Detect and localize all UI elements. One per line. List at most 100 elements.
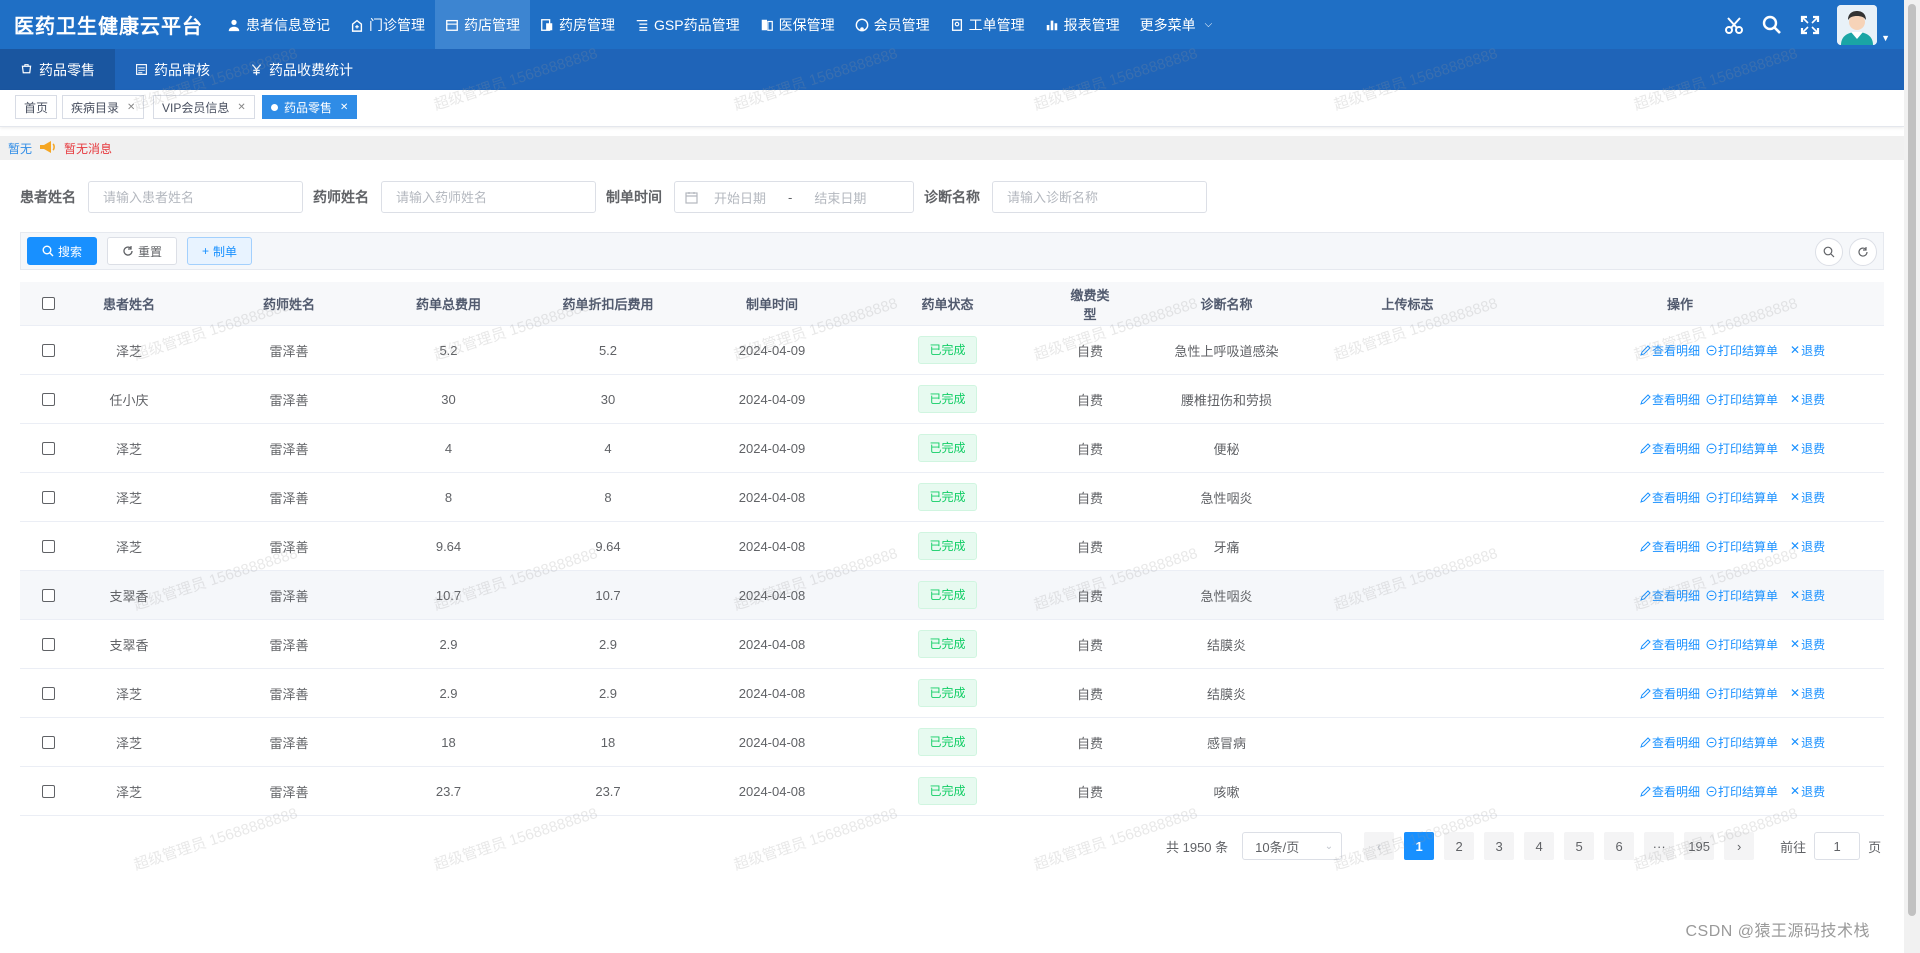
row-checkbox[interactable] [41,784,55,798]
page-button[interactable]: 4 [1524,832,1555,860]
row-checkbox[interactable] [41,343,55,357]
page-button[interactable]: 5 [1564,832,1595,860]
row-checkbox[interactable] [41,441,55,455]
refund-link[interactable]: ✕ 退费 [1790,587,1825,604]
notice-label: 暂无 [8,141,33,156]
pharmacist-name-input[interactable] [381,181,596,213]
page-button[interactable]: 6 [1604,832,1635,860]
column-header[interactable]: 药单状态 [829,294,1066,313]
row-checkbox[interactable] [41,490,55,504]
date-range-picker[interactable]: 开始日期 - 结束日期 [674,181,914,213]
view-detail-link[interactable]: 查看明细 [1640,391,1700,408]
topnav-patient-register[interactable]: 患者信息登记 [217,0,340,49]
topnav-store[interactable]: 药店管理 [435,0,530,49]
row-checkbox[interactable] [41,588,55,602]
refund-link[interactable]: ✕ 退费 [1790,783,1825,800]
scissors-icon[interactable] [1723,14,1745,36]
row-checkbox[interactable] [41,539,55,553]
topnav-report[interactable]: 报表管理 [1035,0,1130,49]
print-settlement-link[interactable]: 打印结算单 [1706,489,1778,506]
column-header[interactable]: 上传标志 [1339,294,1476,313]
column-header[interactable]: 诊断名称 [1114,294,1339,313]
view-detail-link[interactable]: 查看明细 [1640,440,1700,457]
goto-page-input[interactable] [1814,832,1861,860]
view-detail-link[interactable]: 查看明细 [1640,685,1700,702]
subnav-retail[interactable]: 药品零售 [0,49,115,90]
topnav-more[interactable]: 更多菜单 ⌵ [1130,0,1223,49]
view-detail-link[interactable]: 查看明细 [1640,734,1700,751]
toggle-search-button[interactable] [1815,238,1843,266]
topnav-ticket[interactable]: 工单管理 [940,0,1035,49]
topnav-gsp[interactable]: GSP药品管理 [625,0,750,49]
column-header[interactable]: 缴费类型 [1066,285,1114,323]
refund-link[interactable]: ✕ 退费 [1790,685,1825,702]
close-icon[interactable]: ✕ [127,102,135,113]
print-settlement-link[interactable]: 打印结算单 [1706,636,1778,653]
refund-link[interactable]: ✕ 退费 [1790,440,1825,457]
fullscreen-icon[interactable] [1799,14,1821,36]
view-detail-link[interactable]: 查看明细 [1640,342,1700,359]
diagnosis-input[interactable] [992,181,1207,213]
search-icon[interactable] [1761,14,1783,36]
refund-link[interactable]: ✕ 退费 [1790,636,1825,653]
topnav-outpatient[interactable]: 门诊管理 [340,0,435,49]
search-button[interactable]: 搜索 [27,237,98,265]
topnav-member[interactable]: 会员管理 [845,0,940,49]
refund-link[interactable]: ✕ 退费 [1790,489,1825,506]
column-header[interactable]: 药单总费用 [396,294,501,313]
create-order-button[interactable]: + 制单 [187,237,253,265]
column-header[interactable]: 制单时间 [715,294,829,313]
subnav-audit[interactable]: 药品审核 [115,49,230,90]
page-size-select[interactable]: 10条/页 ⌄ [1242,832,1343,860]
print-settlement-link[interactable]: 打印结算单 [1706,783,1778,800]
tag-vip-members[interactable]: VIP会员信息 ✕ [153,95,255,119]
close-icon[interactable]: ✕ [237,102,245,113]
refund-link[interactable]: ✕ 退费 [1790,734,1825,751]
view-detail-link[interactable]: 查看明细 [1640,587,1700,604]
print-settlement-link[interactable]: 打印结算单 [1706,391,1778,408]
print-settlement-link[interactable]: 打印结算单 [1706,440,1778,457]
print-settlement-link[interactable]: 打印结算单 [1706,538,1778,555]
column-header[interactable]: 药师姓名 [182,294,396,313]
page-button[interactable]: 1 [1404,832,1435,860]
row-checkbox[interactable] [41,686,55,700]
column-header[interactable]: 患者姓名 [76,294,182,313]
topnav-pharmacy[interactable]: 药房管理 [530,0,625,49]
print-settlement-link[interactable]: 打印结算单 [1706,685,1778,702]
column-header[interactable]: 药单折扣后费用 [501,294,715,313]
reset-button[interactable]: 重置 [107,237,178,265]
refund-link[interactable]: ✕ 退费 [1790,342,1825,359]
vertical-scrollbar[interactable] [1904,0,1920,953]
next-page-button[interactable]: › [1724,832,1755,860]
refund-link[interactable]: ✕ 退费 [1790,538,1825,555]
view-detail-link[interactable]: 查看明细 [1640,636,1700,653]
print-settlement-link[interactable]: 打印结算单 [1706,342,1778,359]
column-header[interactable]: 操作 [1476,294,1884,313]
tag-disease-catalog[interactable]: 疾病目录 ✕ [62,95,145,119]
tag-drug-retail[interactable]: 药品零售 ✕ [262,95,358,119]
tag-home[interactable]: 首页 [15,95,58,119]
view-detail-link[interactable]: 查看明细 [1640,783,1700,800]
topnav-insurance[interactable]: 医保管理 [750,0,845,49]
view-detail-link[interactable]: 查看明细 [1640,489,1700,506]
print-settlement-link[interactable]: 打印结算单 [1706,734,1778,751]
view-detail-link[interactable]: 查看明细 [1640,538,1700,555]
select-all-checkbox[interactable] [41,297,55,310]
row-checkbox[interactable] [41,392,55,406]
user-menu[interactable]: ▼ [1837,4,1890,45]
last-page-button[interactable]: 195 [1684,832,1715,860]
refresh-table-button[interactable] [1849,238,1877,266]
print-settlement-link[interactable]: 打印结算单 [1706,587,1778,604]
patient-name-input[interactable] [88,181,303,213]
row-checkbox[interactable] [41,735,55,749]
prev-page-button[interactable]: ‹ [1364,832,1395,860]
more-pages-button[interactable]: ··· [1644,832,1675,860]
row-checkbox[interactable] [41,637,55,651]
page-button[interactable]: 3 [1484,832,1515,860]
page-button[interactable]: 2 [1444,832,1475,860]
refund-link[interactable]: ✕ 退费 [1790,391,1825,408]
subnav-charge-stats[interactable]: 药品收费统计 [230,49,373,90]
scrollbar-thumb[interactable] [1908,4,1916,916]
close-icon[interactable]: ✕ [340,102,348,113]
print-icon [1706,394,1717,404]
